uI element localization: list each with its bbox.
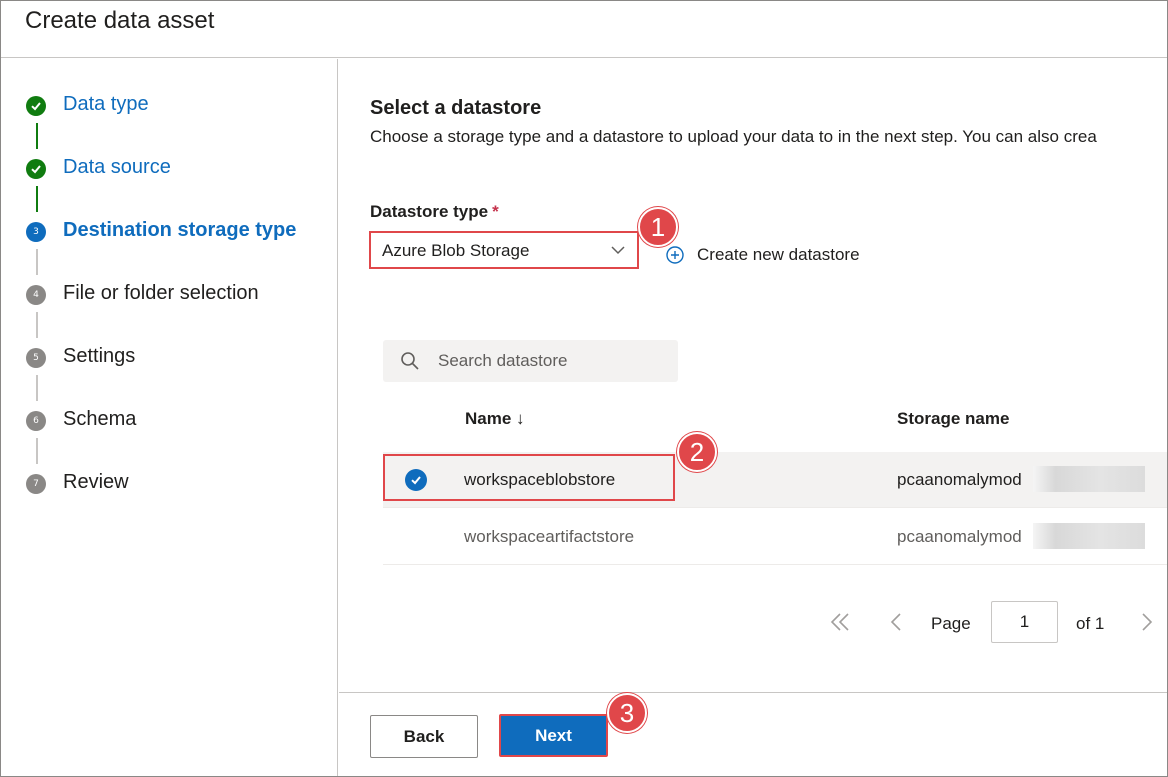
row-highlight-box xyxy=(383,454,675,501)
step-destination-storage-type[interactable]: 3 Destination storage type xyxy=(1,217,338,247)
dialog-footer: Back Next 3 xyxy=(339,692,1167,776)
section-title: Select a datastore xyxy=(370,97,542,119)
step-schema[interactable]: 6 Schema xyxy=(1,406,338,436)
column-header-storage-name[interactable]: Storage name xyxy=(897,409,1009,429)
annotation-badge-3: 3 xyxy=(607,693,647,733)
step-number-icon: 6 xyxy=(26,411,46,431)
step-connector xyxy=(36,186,38,212)
step-number-icon: 5 xyxy=(26,348,46,368)
datastore-name: workspaceartifactstore xyxy=(464,527,635,546)
datastore-type-label-text: Datastore type xyxy=(370,202,489,221)
step-connector xyxy=(36,312,38,338)
datastore-type-label: Datastore type * xyxy=(370,202,499,222)
step-label: Schema xyxy=(63,408,137,430)
next-page-icon[interactable] xyxy=(1133,609,1159,635)
page-number-input[interactable]: 1 xyxy=(991,601,1058,643)
create-new-datastore-button[interactable]: Create new datastore xyxy=(665,243,860,267)
storage-name: pcaanomalymod xyxy=(897,470,1022,489)
step-connector xyxy=(36,438,38,464)
page-of-label: of 1 xyxy=(1076,614,1105,633)
step-label: Data type xyxy=(63,93,149,115)
back-button[interactable]: Back xyxy=(370,715,478,758)
step-number-icon: 3 xyxy=(26,222,46,242)
annotation-badge-2: 2 xyxy=(677,432,717,472)
step-data-type[interactable]: Data type xyxy=(1,91,338,121)
step-number-icon: 7 xyxy=(26,474,46,494)
datastore-type-dropdown[interactable]: Azure Blob Storage xyxy=(369,231,639,269)
check-circle-icon xyxy=(26,159,46,179)
step-label: Review xyxy=(63,471,129,493)
step-label: Destination storage type xyxy=(63,219,297,241)
step-number-icon: 4 xyxy=(26,285,46,305)
main-panel: Select a datastore Choose a storage type… xyxy=(339,59,1167,692)
column-header-name[interactable]: Name ↓ xyxy=(465,409,525,429)
search-datastore-input[interactable]: Search datastore xyxy=(383,340,678,382)
required-marker: * xyxy=(492,202,499,221)
step-review[interactable]: 7 Review xyxy=(1,469,338,499)
chevron-down-icon xyxy=(611,246,625,255)
redacted-block xyxy=(1033,523,1145,549)
step-connector xyxy=(36,123,38,149)
first-page-icon[interactable] xyxy=(827,609,853,635)
step-file-or-folder-selection[interactable]: 4 File or folder selection xyxy=(1,280,338,310)
step-connector xyxy=(36,249,38,275)
redacted-block xyxy=(1033,466,1145,492)
wizard-stepper: Data type Data source 3 Destination stor… xyxy=(1,59,338,776)
step-label: Settings xyxy=(63,345,136,367)
create-new-datastore-label: Create new datastore xyxy=(697,245,860,264)
next-button[interactable]: Next xyxy=(499,714,608,757)
previous-page-icon[interactable] xyxy=(884,609,910,635)
check-circle-icon xyxy=(26,96,46,116)
page-label: Page xyxy=(931,614,971,633)
search-icon xyxy=(401,352,419,370)
dialog-title: Create data asset xyxy=(25,7,215,34)
step-label: File or folder selection xyxy=(63,282,259,304)
section-description: Choose a storage type and a datastore to… xyxy=(370,127,1097,146)
step-settings[interactable]: 5 Settings xyxy=(1,343,338,373)
dialog-header: Create data asset xyxy=(1,1,1167,58)
storage-name: pcaanomalymod xyxy=(897,527,1022,546)
table-row[interactable]: workspaceartifactstore pcaanomalymod xyxy=(383,509,1167,565)
search-placeholder: Search datastore xyxy=(438,351,568,370)
dropdown-value: Azure Blob Storage xyxy=(382,241,530,260)
step-connector xyxy=(36,375,38,401)
step-data-source[interactable]: Data source xyxy=(1,154,338,184)
annotation-badge-1: 1 xyxy=(638,207,678,247)
step-label: Data source xyxy=(63,156,171,178)
add-circle-icon xyxy=(666,246,684,264)
